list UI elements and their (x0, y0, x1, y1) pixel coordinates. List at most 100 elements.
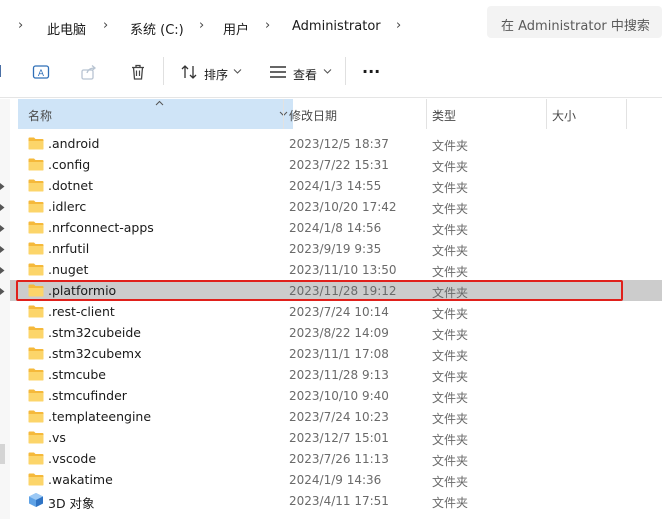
file-type: 文件夹 (432, 202, 469, 216)
file-row[interactable]: .stmcube 2023/11/28 9:13 文件夹 (10, 364, 662, 385)
file-modified-date: 2023/9/19 9:35 (289, 242, 382, 256)
column-name-header[interactable]: 名称 (18, 99, 293, 129)
column-divider[interactable] (626, 99, 627, 129)
folder-icon (28, 221, 44, 234)
file-type: 文件夹 (432, 328, 469, 342)
file-type: 文件夹 (432, 391, 469, 405)
file-name[interactable]: .templateengine (48, 409, 151, 424)
new-item-icon[interactable] (0, 65, 2, 77)
breadcrumb-c-drive[interactable]: 系统 (C:) (130, 19, 184, 38)
expand-chevron-icon[interactable] (0, 246, 5, 253)
column-modified-label: 修改日期 (289, 109, 338, 123)
file-type: 文件夹 (432, 349, 469, 363)
file-name[interactable]: .nrfutil (48, 241, 89, 256)
file-row[interactable]: .nrfutil 2023/9/19 9:35 文件夹 (10, 238, 662, 259)
file-name[interactable]: .stm32cubeide (48, 325, 141, 340)
breadcrumb-separator[interactable]: › (396, 18, 401, 33)
expand-chevron-icon[interactable] (0, 288, 5, 295)
column-type-header[interactable]: 类型 (427, 99, 546, 129)
address-bar[interactable]: › 此电脑 › 系统 (C:) › 用户 › Administrator › (0, 5, 480, 39)
file-name[interactable]: .stm32cubemx (48, 346, 141, 361)
file-type: 文件夹 (432, 223, 469, 237)
file-row[interactable]: .templateengine 2023/7/24 10:23 文件夹 (10, 406, 662, 427)
view-button[interactable]: 查看 (293, 66, 317, 83)
expand-chevron-icon[interactable] (0, 183, 5, 190)
file-name[interactable]: .android (48, 136, 99, 151)
file-name[interactable]: .idlerc (48, 199, 86, 214)
folder-icon (28, 452, 44, 465)
file-name[interactable]: .wakatime (48, 472, 113, 487)
folder-icon (28, 410, 44, 423)
file-name[interactable]: .vscode (48, 451, 96, 466)
breadcrumb-separator[interactable]: › (199, 18, 204, 33)
file-row[interactable]: .dotnet 2024/1/3 14:55 文件夹 (10, 175, 662, 196)
file-row[interactable]: .rest-client 2023/7/24 10:14 文件夹 (10, 301, 662, 322)
folder-icon (28, 347, 44, 360)
file-row[interactable]: .config 2023/7/22 15:31 文件夹 (10, 154, 662, 175)
folder-icon (28, 263, 44, 276)
file-row[interactable]: .stmcufinder 2023/10/10 9:40 文件夹 (10, 385, 662, 406)
file-modified-date: 2024/1/3 14:55 (289, 179, 382, 193)
file-type: 文件夹 (432, 433, 469, 447)
file-name[interactable]: .config (48, 157, 90, 172)
file-name[interactable]: .rest-client (48, 304, 115, 319)
command-bar: A 排序 查看 ··· (0, 45, 662, 98)
file-row[interactable]: .android 2023/12/5 18:37 文件夹 (10, 133, 662, 154)
breadcrumb-separator[interactable]: › (265, 18, 270, 33)
view-icon[interactable] (269, 63, 287, 81)
file-modified-date: 2023/4/11 17:51 (289, 494, 389, 508)
toolbar-divider (163, 57, 164, 85)
file-row[interactable]: .vscode 2023/7/26 11:13 文件夹 (10, 448, 662, 469)
file-modified-date: 2023/12/7 15:01 (289, 431, 389, 445)
column-modified-header[interactable]: 修改日期 (284, 99, 426, 129)
file-row[interactable]: .wakatime 2024/1/9 14:36 文件夹 (10, 469, 662, 490)
folder-icon (28, 431, 44, 444)
file-row[interactable]: .stm32cubemx 2023/11/1 17:08 文件夹 (10, 343, 662, 364)
sort-ascending-icon (155, 100, 164, 106)
rename-icon[interactable]: A (32, 63, 50, 81)
navigation-pane[interactable] (0, 99, 10, 519)
folder-icon (28, 158, 44, 171)
breadcrumb-this-pc[interactable]: 此电脑 (47, 19, 86, 38)
file-name[interactable]: .stmcube (48, 367, 106, 382)
breadcrumb-separator[interactable]: › (103, 18, 108, 33)
file-name[interactable]: .dotnet (48, 178, 93, 193)
file-name[interactable]: .stmcufinder (48, 388, 127, 403)
file-row[interactable]: .idlerc 2023/10/20 17:42 文件夹 (10, 196, 662, 217)
file-row[interactable]: .stm32cubeide 2023/8/22 14:09 文件夹 (10, 322, 662, 343)
nav-scrollbar-thumb[interactable] (0, 444, 5, 464)
breadcrumb-users[interactable]: 用户 (223, 19, 249, 38)
file-name[interactable]: .nrfconnect-apps (48, 220, 154, 235)
breadcrumb-separator[interactable]: › (18, 18, 23, 33)
chevron-down-icon[interactable] (323, 68, 332, 75)
file-name[interactable]: .nuget (48, 262, 88, 277)
sort-icon[interactable] (180, 63, 198, 81)
column-size-header[interactable]: 大小 (547, 99, 627, 129)
expand-chevron-icon[interactable] (0, 204, 5, 211)
file-row[interactable]: .vs 2023/12/7 15:01 文件夹 (10, 427, 662, 448)
file-row[interactable]: 3D 对象 2023/4/11 17:51 文件夹 (10, 490, 662, 511)
3d-objects-icon (29, 493, 43, 507)
column-size-label: 大小 (552, 109, 577, 123)
share-icon[interactable] (80, 63, 98, 81)
selection-highlight-box (16, 280, 623, 301)
file-row[interactable]: .nrfconnect-apps 2024/1/8 14:56 文件夹 (10, 217, 662, 238)
file-modified-date: 2023/7/24 10:14 (289, 305, 389, 319)
folder-icon (28, 305, 44, 318)
file-type: 文件夹 (432, 160, 469, 174)
search-box[interactable]: 在 Administrator 中搜索 (487, 6, 662, 38)
file-type: 文件夹 (432, 454, 469, 468)
breadcrumb-administrator[interactable]: Administrator (292, 19, 381, 34)
sort-button[interactable]: 排序 (204, 66, 228, 83)
file-modified-date: 2024/1/9 14:36 (289, 473, 382, 487)
file-name[interactable]: .vs (48, 430, 66, 445)
file-type: 文件夹 (432, 307, 469, 321)
folder-icon (28, 200, 44, 213)
delete-icon[interactable] (129, 63, 147, 81)
expand-chevron-icon[interactable] (0, 225, 5, 232)
file-row[interactable]: .nuget 2023/11/10 13:50 文件夹 (10, 259, 662, 280)
file-name[interactable]: 3D 对象 (48, 493, 95, 512)
more-options-button[interactable]: ··· (362, 62, 380, 81)
chevron-down-icon[interactable] (233, 68, 242, 75)
expand-chevron-icon[interactable] (0, 267, 5, 274)
